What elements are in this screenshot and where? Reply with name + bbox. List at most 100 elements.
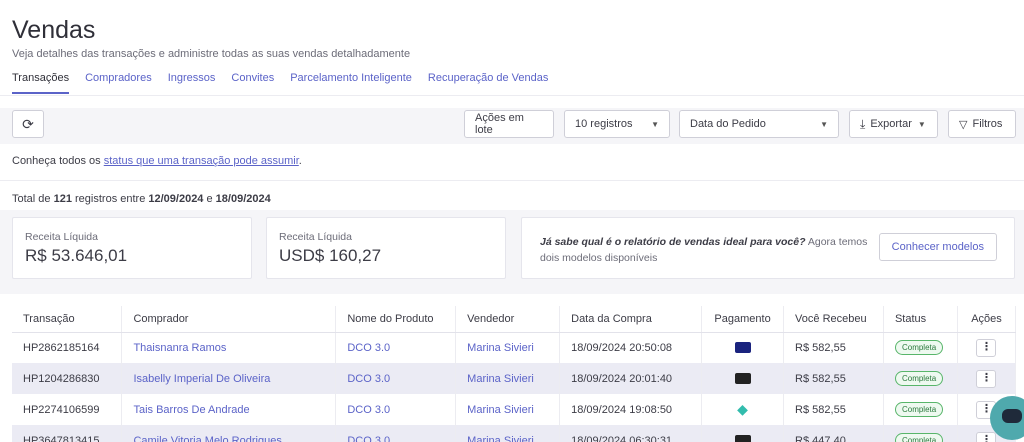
- status-badge: Completa: [894, 402, 944, 417]
- date-select[interactable]: Data do Pedido ▼: [679, 110, 839, 138]
- tab-ingressos[interactable]: Ingressos: [168, 72, 216, 94]
- table-row[interactable]: HP1204286830 Isabelly Imperial De Olivei…: [12, 363, 1017, 394]
- tabs-divider: [0, 95, 1024, 96]
- records-select[interactable]: 10 registros ▼: [564, 110, 670, 138]
- tab-recuperacao[interactable]: Recuperação de Vendas: [428, 72, 548, 94]
- revenue-card-usd: Receita Líquida USD$ 160,27: [266, 217, 506, 279]
- more-actions-icon[interactable]: ⋮: [976, 369, 997, 388]
- refresh-button[interactable]: ⟳: [12, 110, 44, 138]
- table-header-row: Transação Comprador Nome do Produto Vend…: [12, 306, 1017, 333]
- records-select-value: 10 registros: [575, 118, 633, 130]
- mastercard-icon: [734, 435, 751, 442]
- cell-status: Completa: [883, 425, 958, 442]
- total-count: 121: [53, 193, 72, 205]
- cell-status: Completa: [883, 394, 958, 425]
- refresh-icon: ⟳: [22, 115, 34, 132]
- cell-buyer-link[interactable]: Isabelly Imperial De Oliveira: [121, 363, 337, 394]
- cell-actions: ⋮: [957, 363, 1017, 394]
- col-pagamento[interactable]: Pagamento: [701, 306, 785, 333]
- cell-date: 18/09/2024 20:01:40: [559, 363, 703, 394]
- status-info-link[interactable]: status que uma transação pode assumir: [104, 155, 299, 167]
- cell-payment: [701, 425, 785, 442]
- tab-parcelamento[interactable]: Parcelamento Inteligente: [290, 72, 412, 94]
- chat-icon: [1002, 409, 1022, 423]
- cell-transaction-id: HP2274106599: [12, 394, 123, 425]
- filter-icon: ▽: [959, 118, 968, 131]
- total-summary: Total de 121 registros entre 12/09/2024 …: [12, 193, 271, 205]
- cell-date: 18/09/2024 06:30:31: [559, 425, 703, 442]
- filters-label: Filtros: [972, 118, 1003, 130]
- mastercard-icon: [734, 373, 751, 385]
- cell-product-link[interactable]: DCO 3.0: [335, 363, 457, 394]
- total-date-to: 18/09/2024: [215, 193, 271, 205]
- status-info: Conheça todos os status que uma transaçã…: [12, 155, 302, 167]
- col-vendedor[interactable]: Vendedor: [455, 306, 561, 333]
- cell-product-link[interactable]: DCO 3.0: [335, 425, 457, 442]
- cell-product-link[interactable]: DCO 3.0: [335, 332, 457, 363]
- cell-buyer-link[interactable]: Camile Vitoria Melo Rodrigues: [121, 425, 337, 442]
- table-row[interactable]: HP2862185164 Thaisnanra Ramos DCO 3.0 Ma…: [12, 332, 1017, 363]
- status-badge: Completa: [894, 371, 944, 386]
- tab-transacoes[interactable]: Transações: [12, 72, 70, 94]
- know-models-button[interactable]: Conhecer modelos: [878, 233, 997, 261]
- cell-received: R$ 582,55: [783, 394, 884, 425]
- table-row[interactable]: HP2274106599 Tais Barros De Andrade DCO …: [12, 394, 1017, 425]
- card-value: R$ 53.646,01: [25, 246, 128, 265]
- tab-compradores[interactable]: Compradores: [85, 72, 152, 94]
- cell-seller-link[interactable]: Marina Sivieri: [455, 363, 561, 394]
- cell-received: R$ 582,55: [783, 363, 884, 394]
- cell-buyer-link[interactable]: Tais Barros De Andrade: [121, 394, 337, 425]
- col-recebeu[interactable]: Você Recebeu: [783, 306, 884, 333]
- col-status[interactable]: Status: [883, 306, 958, 333]
- promo-text: Já sabe qual é o relatório de vendas ide…: [540, 234, 880, 266]
- col-acoes: Ações: [957, 306, 1017, 333]
- pix-icon: ◆: [737, 401, 748, 417]
- status-badge: Completa: [894, 340, 944, 356]
- card-value: USD$ 160,27: [279, 246, 382, 265]
- cell-transaction-id: HP1204286830: [12, 363, 123, 394]
- tab-convites[interactable]: Convites: [231, 72, 274, 94]
- cell-seller-link[interactable]: Marina Sivieri: [455, 425, 561, 442]
- download-icon: ⤓: [860, 116, 866, 131]
- divider: [0, 180, 1024, 181]
- total-mid2: e: [203, 193, 216, 205]
- cell-payment: ◆: [701, 394, 785, 425]
- visa-card-icon: [734, 342, 751, 354]
- total-mid1: registros entre: [71, 193, 149, 205]
- report-promo-card: Já sabe qual é o relatório de vendas ide…: [521, 217, 1015, 279]
- cell-product-link[interactable]: DCO 3.0: [335, 394, 457, 425]
- export-button[interactable]: ⤓ Exportar ▼: [849, 110, 938, 138]
- col-comprador[interactable]: Comprador: [121, 306, 337, 333]
- cell-transaction-id: HP3647813415: [12, 425, 123, 442]
- total-date-from: 12/09/2024: [148, 193, 204, 205]
- col-transacao[interactable]: Transação: [12, 306, 123, 333]
- more-actions-icon[interactable]: ⋮: [976, 338, 997, 357]
- total-prefix: Total de: [12, 193, 54, 205]
- status-info-suffix: .: [298, 155, 302, 167]
- cell-payment: [701, 332, 785, 363]
- cell-received: R$ 447,40: [783, 425, 884, 442]
- col-data[interactable]: Data da Compra: [559, 306, 703, 333]
- cell-status: Completa: [883, 363, 958, 394]
- cell-seller-link[interactable]: Marina Sivieri: [455, 332, 561, 363]
- filters-button[interactable]: ▽ Filtros: [948, 110, 1016, 138]
- batch-actions-button[interactable]: Ações em lote: [464, 110, 554, 138]
- cell-buyer-link[interactable]: Thaisnanra Ramos: [121, 332, 337, 363]
- promo-bold: Já sabe qual é o relatório de vendas ide…: [540, 236, 806, 248]
- col-produto[interactable]: Nome do Produto: [335, 306, 457, 333]
- card-label: Receita Líquida: [279, 231, 352, 243]
- chevron-down-icon: ▼: [917, 119, 926, 129]
- cell-seller-link[interactable]: Marina Sivieri: [455, 394, 561, 425]
- cell-status: Completa: [883, 332, 958, 363]
- cell-date: 18/09/2024 19:08:50: [559, 394, 703, 425]
- transactions-table: Transação Comprador Nome do Produto Vend…: [12, 306, 1024, 442]
- more-actions-icon[interactable]: ⋮: [976, 431, 997, 442]
- cell-transaction-id: HP2862185164: [12, 332, 123, 363]
- revenue-card-brl: Receita Líquida R$ 53.646,01: [12, 217, 252, 279]
- card-label: Receita Líquida: [25, 231, 98, 243]
- table-row[interactable]: HP3647813415 Camile Vitoria Melo Rodrigu…: [12, 425, 1017, 442]
- page-subtitle: Veja detalhes das transações e administr…: [12, 48, 411, 60]
- chevron-down-icon: ▼: [820, 119, 828, 129]
- cell-payment: [701, 363, 785, 394]
- page-title: Vendas: [12, 16, 96, 44]
